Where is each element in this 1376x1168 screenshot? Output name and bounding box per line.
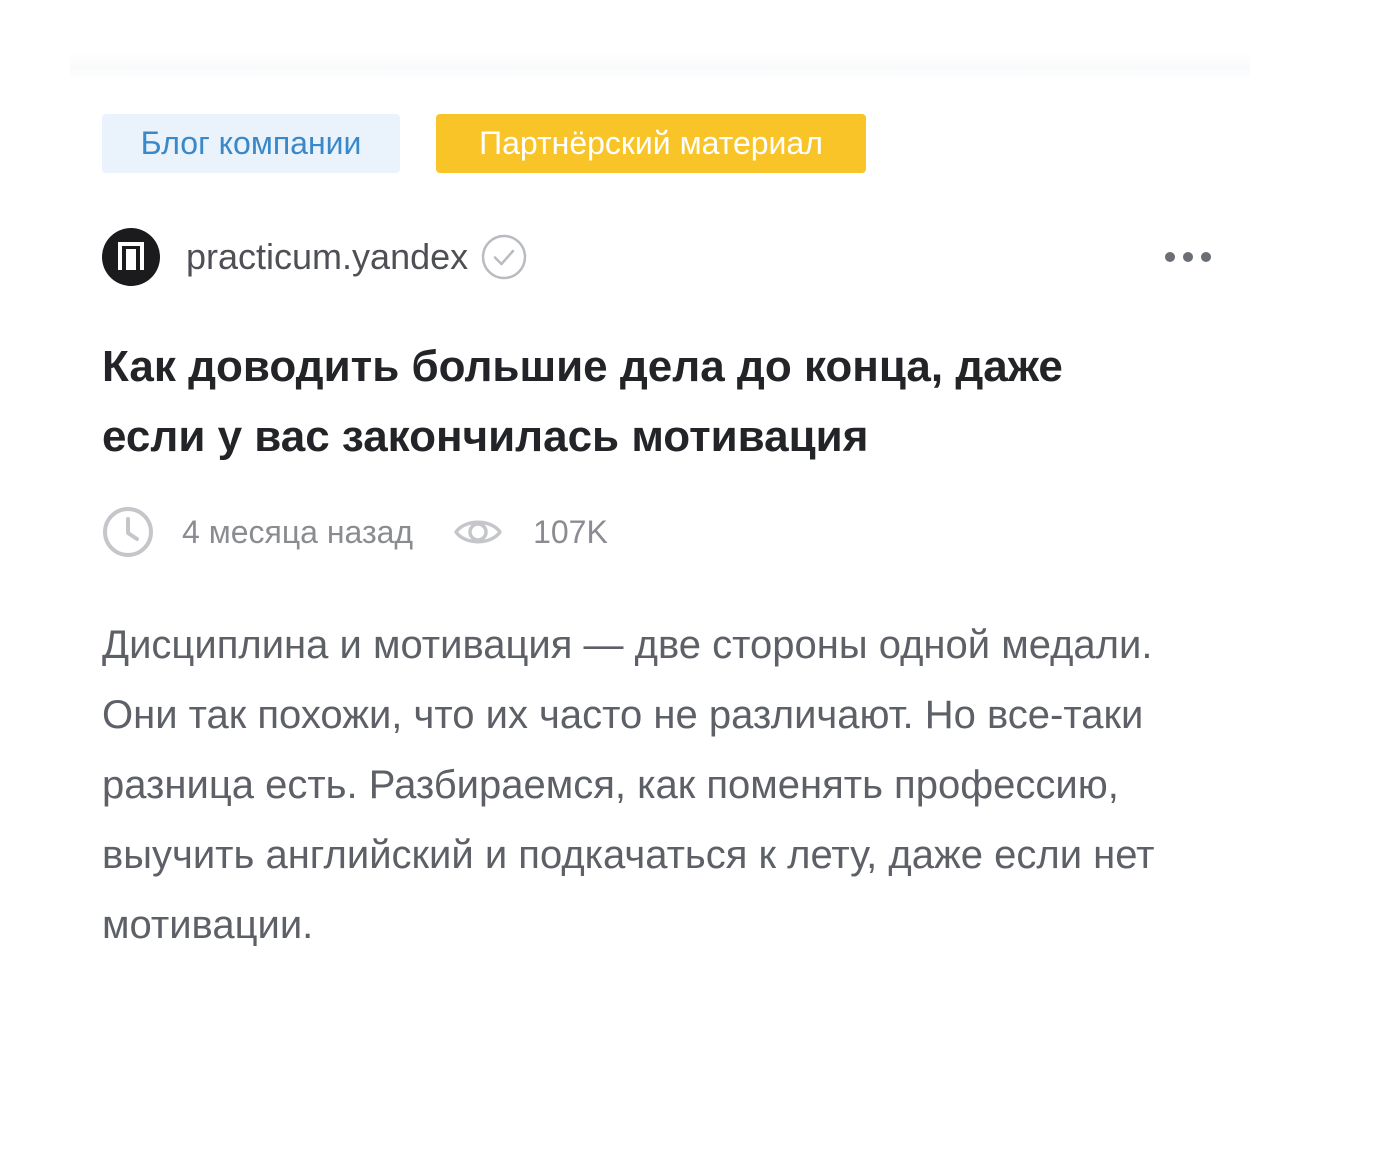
- tag-list: Блог компании Партнёрский материал: [102, 114, 1212, 173]
- feed-separator: [70, 52, 1250, 80]
- more-dots-icon: [1165, 252, 1211, 262]
- clock-icon: [102, 506, 154, 558]
- practicum-logo-icon[interactable]: [102, 228, 160, 286]
- more-options-button[interactable]: [1152, 228, 1212, 286]
- article-card: Блог компании Партнёрский материал pract…: [102, 114, 1212, 1000]
- views-count: 107K: [533, 513, 608, 550]
- article-meta: 4 месяца назад 107K: [102, 506, 1212, 558]
- author-row: practicum.yandex: [102, 228, 1212, 286]
- publish-time: 4 месяца назад: [182, 513, 414, 550]
- eye-icon: [453, 515, 503, 549]
- tag-company-blog[interactable]: Блог компании: [102, 114, 400, 173]
- verified-check-icon: [480, 233, 528, 281]
- author-name[interactable]: practicum.yandex: [186, 236, 468, 278]
- article-title[interactable]: Как доводить большие дела до конца, даже…: [102, 332, 1162, 472]
- tag-partner-material[interactable]: Партнёрский материал: [436, 114, 866, 173]
- article-lead: Дисциплина и мотивация — две стороны одн…: [102, 623, 1155, 947]
